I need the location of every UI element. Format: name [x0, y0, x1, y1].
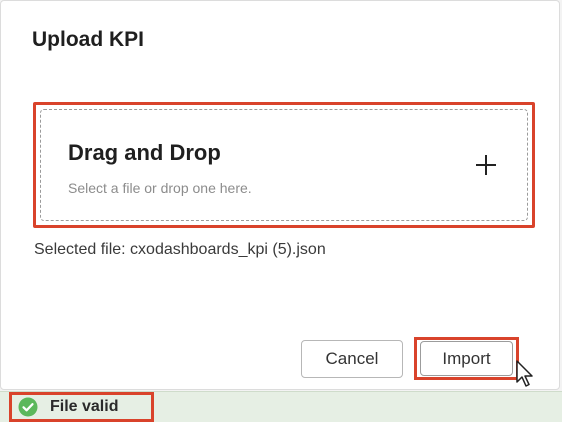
cancel-button[interactable]: Cancel [301, 340, 403, 378]
mouse-cursor-icon [516, 360, 533, 387]
status-highlight: File valid [9, 392, 154, 422]
dialog-title: Upload KPI [32, 28, 145, 51]
selected-file-text: Selected file: cxodashboards_kpi (5).jso… [34, 241, 326, 258]
dropzone-dashed-border: Drag and Drop Select a file or drop one … [40, 109, 528, 221]
import-button[interactable]: Import [420, 341, 513, 376]
drag-and-drop-zone[interactable]: Drag and Drop Select a file or drop one … [33, 102, 535, 228]
status-bar: File valid [0, 391, 562, 422]
plus-icon[interactable] [475, 154, 497, 176]
dropzone-title: Drag and Drop [68, 140, 221, 165]
upload-kpi-dialog: Upload KPI Drag and Drop Select a file o… [0, 0, 560, 390]
dropzone-hint: Select a file or drop one here. [68, 180, 252, 196]
status-text: File valid [50, 398, 119, 415]
check-circle-icon [18, 397, 38, 417]
import-button-highlight: Import [414, 337, 519, 380]
